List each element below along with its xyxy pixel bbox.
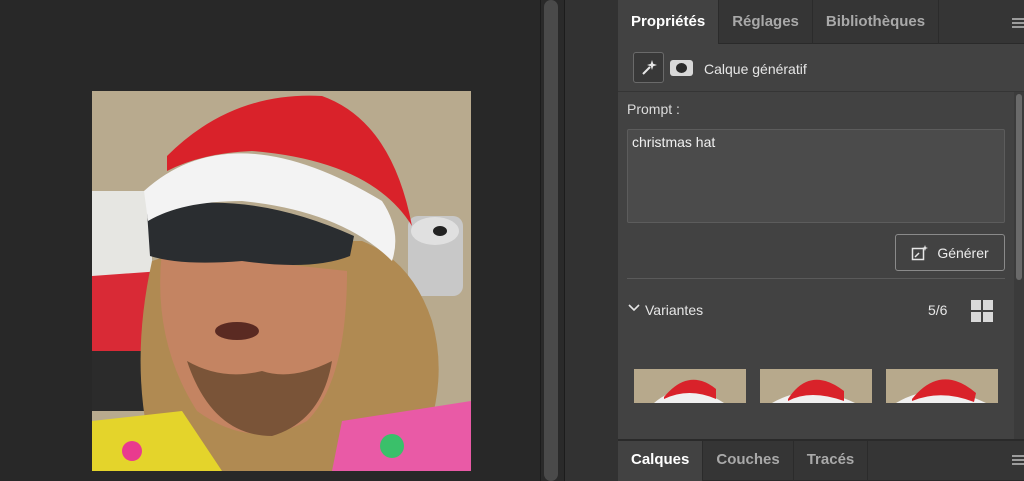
- canvas-area[interactable]: [0, 0, 540, 481]
- generative-sparkle-icon: [641, 59, 657, 75]
- variants-label: Variantes: [645, 302, 704, 318]
- section-divider: [627, 278, 1005, 279]
- right-panel: Propriétés Réglages Bibliothèques Calque…: [618, 0, 1024, 481]
- grid-view-icon[interactable]: [971, 300, 993, 322]
- panel-scrollbar-thumb[interactable]: [1016, 94, 1022, 280]
- prompt-label: Prompt :: [627, 101, 680, 117]
- generate-button[interactable]: Générer: [895, 234, 1005, 271]
- variant-image: [886, 369, 998, 403]
- variants-header[interactable]: Variantes 5/6: [627, 298, 1005, 324]
- mask-icon[interactable]: [670, 60, 693, 76]
- properties-tabbar: Propriétés Réglages Bibliothèques: [618, 0, 1024, 44]
- document-image[interactable]: [92, 91, 471, 471]
- tab-reglages[interactable]: Réglages: [719, 0, 813, 44]
- prompt-input[interactable]: christmas hat: [627, 129, 1005, 223]
- panel-scrollbar[interactable]: [1014, 92, 1024, 439]
- variant-thumbnail-2[interactable]: [760, 369, 872, 403]
- variant-thumbnail-3[interactable]: [886, 369, 998, 403]
- chevron-down-icon[interactable]: [627, 303, 641, 313]
- canvas-scrollbar-thumb[interactable]: [544, 0, 558, 481]
- tab-couches[interactable]: Couches: [703, 441, 794, 481]
- layer-type-label: Calque génératif: [704, 61, 807, 77]
- properties-header: Calque génératif: [618, 44, 1024, 92]
- variant-image: [634, 369, 746, 403]
- generate-icon: [912, 244, 929, 260]
- panel-menu-icon[interactable]: [1012, 18, 1024, 28]
- tab-bibliotheques[interactable]: Bibliothèques: [813, 0, 940, 44]
- photo-illustration: [92, 91, 471, 471]
- canvas-scrollbar[interactable]: [540, 0, 565, 481]
- generative-layer-button[interactable]: [633, 52, 664, 83]
- tab-traces[interactable]: Tracés: [794, 441, 869, 481]
- variant-thumbnail-1[interactable]: [634, 369, 746, 403]
- layers-panel-menu-icon[interactable]: [1012, 455, 1024, 465]
- generate-label: Générer: [937, 244, 989, 261]
- variants-count: 5/6: [928, 302, 948, 318]
- tab-proprietes[interactable]: Propriétés: [618, 0, 720, 44]
- tab-calques[interactable]: Calques: [618, 441, 704, 481]
- panel-dock-gap: [565, 0, 618, 481]
- layers-tabbar: Calques Couches Tracés: [618, 441, 1024, 481]
- variant-image: [760, 369, 872, 403]
